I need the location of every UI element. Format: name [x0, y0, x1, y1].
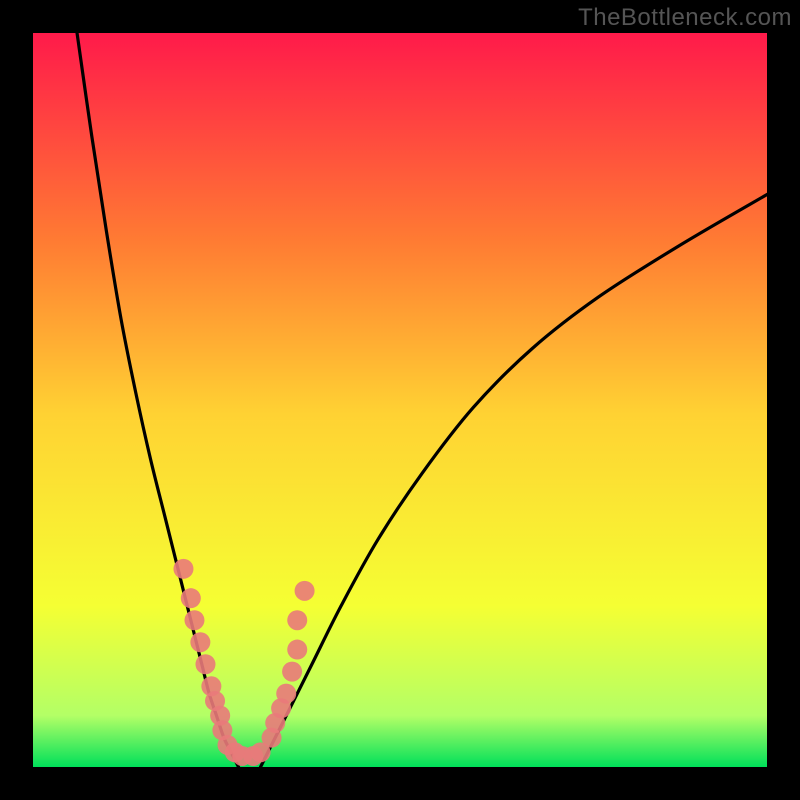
- data-point: [282, 662, 302, 682]
- data-point: [295, 581, 315, 601]
- plot-area: [33, 33, 767, 767]
- data-point: [276, 684, 296, 704]
- data-point: [190, 632, 210, 652]
- data-point: [184, 610, 204, 630]
- chart-frame: TheBottleneck.com: [0, 0, 800, 800]
- chart-svg: [33, 33, 767, 767]
- data-point: [173, 559, 193, 579]
- data-point: [195, 654, 215, 674]
- data-point: [287, 610, 307, 630]
- data-point: [287, 640, 307, 660]
- watermark-text: TheBottleneck.com: [578, 4, 792, 32]
- data-point: [181, 588, 201, 608]
